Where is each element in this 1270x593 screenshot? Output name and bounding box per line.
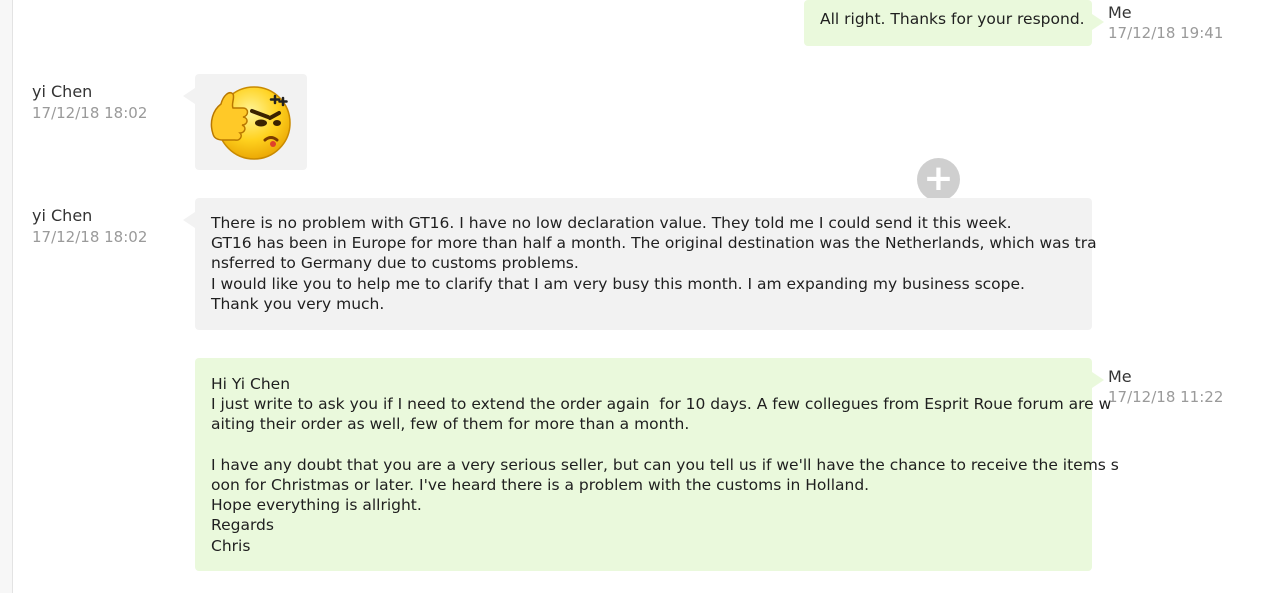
message-bubble-outgoing: All right. Thanks for your respond.	[804, 0, 1104, 46]
message-text: All right. Thanks for your respond.	[820, 9, 1085, 29]
message-line: oon for Christmas or later. I've heard t…	[211, 476, 870, 494]
message-bubble-outgoing: Hi Yi Chen I just write to ask you if I …	[195, 358, 1119, 571]
sender-name: yi Chen	[32, 206, 93, 225]
message-line: GT16 has been in Europe for more than ha…	[211, 234, 1097, 253]
message-bubble-incoming	[183, 74, 307, 170]
message-line: nsferred to Germany due to customs probl…	[211, 254, 579, 273]
message-text: Hi Yi Chen I just write to ask you if I …	[211, 374, 1119, 556]
message-line: All right. Thanks for your respond.	[820, 10, 1085, 28]
conversation-left-border	[0, 0, 13, 593]
thumbs-up-emoji-icon[interactable]	[195, 74, 307, 170]
message-line: aiting their order as well, few of them …	[211, 415, 690, 434]
message-line: Regards	[211, 516, 274, 535]
message-line: I just write to ask you if I need to ext…	[211, 395, 1112, 414]
message-line: There is no problem with GT16. I have no…	[211, 214, 1012, 232]
message-timestamp: 17/12/18 18:02	[32, 228, 148, 246]
message-line: Chris	[211, 536, 251, 555]
message-line: Thank you very much.	[211, 294, 385, 313]
sender-name: Me	[1108, 3, 1132, 22]
message-text: There is no problem with GT16. I have no…	[211, 213, 1097, 314]
message-line: I would like you to help me to clarify t…	[211, 274, 1025, 293]
message-timestamp: 17/12/18 11:22	[1108, 388, 1224, 406]
message-timestamp: 17/12/18 18:02	[32, 104, 148, 122]
message-line	[211, 435, 1076, 455]
sender-name: yi Chen	[32, 82, 93, 101]
add-icon[interactable]: +	[917, 158, 960, 201]
message-line: I have any doubt that you are a very ser…	[211, 455, 1119, 474]
message-timestamp: 17/12/18 19:41	[1108, 24, 1224, 42]
message-line: Hi Yi Chen	[211, 375, 291, 393]
sender-name: Me	[1108, 367, 1132, 386]
message-line: Hope everything is allright.	[211, 496, 422, 515]
message-bubble-incoming: There is no problem with GT16. I have no…	[183, 198, 1097, 330]
